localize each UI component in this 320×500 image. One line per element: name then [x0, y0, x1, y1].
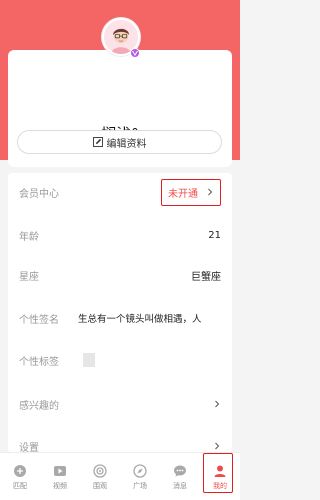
tag-placeholder[interactable]	[83, 353, 95, 367]
nav-square-label: 广场	[133, 482, 147, 490]
profile-card: 搁浅° 编辑资料	[8, 50, 232, 167]
chevron-right-icon	[206, 188, 214, 196]
member-center-row[interactable]: 会员中心 未开通	[8, 173, 232, 211]
nav-watch[interactable]: 围观	[80, 453, 120, 500]
member-status[interactable]: 未开通	[161, 178, 221, 206]
nav-message[interactable]: 消息	[160, 453, 200, 500]
bottom-nav: 匹配 视频 围观 广场 消息 我的	[0, 452, 240, 500]
edit-icon	[92, 137, 103, 147]
zodiac-label: 星座	[19, 271, 39, 283]
signature-label: 个性签名	[19, 314, 59, 326]
member-center-label: 会员中心	[19, 188, 59, 200]
match-icon	[13, 464, 27, 478]
nav-square[interactable]: 广场	[120, 453, 160, 500]
message-icon	[173, 464, 187, 478]
watch-icon	[93, 464, 107, 478]
selection-highlight	[203, 453, 233, 493]
edit-profile-button[interactable]: 编辑资料	[17, 130, 222, 154]
interests-label: 感兴趣的	[19, 400, 59, 412]
vip-badge-icon	[132, 50, 138, 56]
zodiac-value: 巨蟹座	[191, 271, 221, 283]
signature-row[interactable]: 个性签名 生总有一个镜头叫做相遇，人	[8, 299, 232, 337]
video-icon	[53, 464, 67, 478]
nav-video[interactable]: 视频	[40, 453, 80, 500]
nav-video-label: 视频	[53, 482, 67, 490]
member-status-text: 未开通	[168, 188, 198, 200]
chevron-right-icon	[213, 400, 221, 408]
zodiac-row[interactable]: 星座 巨蟹座	[8, 256, 232, 294]
nav-match[interactable]: 匹配	[0, 453, 40, 500]
age-value: 21	[208, 229, 221, 241]
tags-row[interactable]: 个性标签	[8, 341, 232, 379]
chevron-right-icon	[213, 442, 221, 450]
nav-profile[interactable]: 我的	[200, 453, 240, 500]
nav-watch-label: 围观	[93, 482, 107, 490]
nav-message-label: 消息	[173, 482, 187, 490]
info-card: 会员中心 未开通 年龄 21 星座 巨蟹座 个性签名 生总有一个镜头叫做相遇，人…	[8, 173, 232, 454]
tags-label: 个性标签	[19, 356, 59, 368]
age-label: 年龄	[19, 231, 39, 243]
age-row[interactable]: 年龄 21	[8, 216, 232, 254]
interests-row[interactable]: 感兴趣的	[8, 385, 232, 423]
vip-badge	[130, 48, 140, 58]
signature-value: 生总有一个镜头叫做相遇，人	[78, 314, 202, 325]
edit-profile-label: 编辑资料	[106, 138, 147, 150]
nav-match-label: 匹配	[13, 482, 27, 490]
square-icon	[133, 464, 147, 478]
